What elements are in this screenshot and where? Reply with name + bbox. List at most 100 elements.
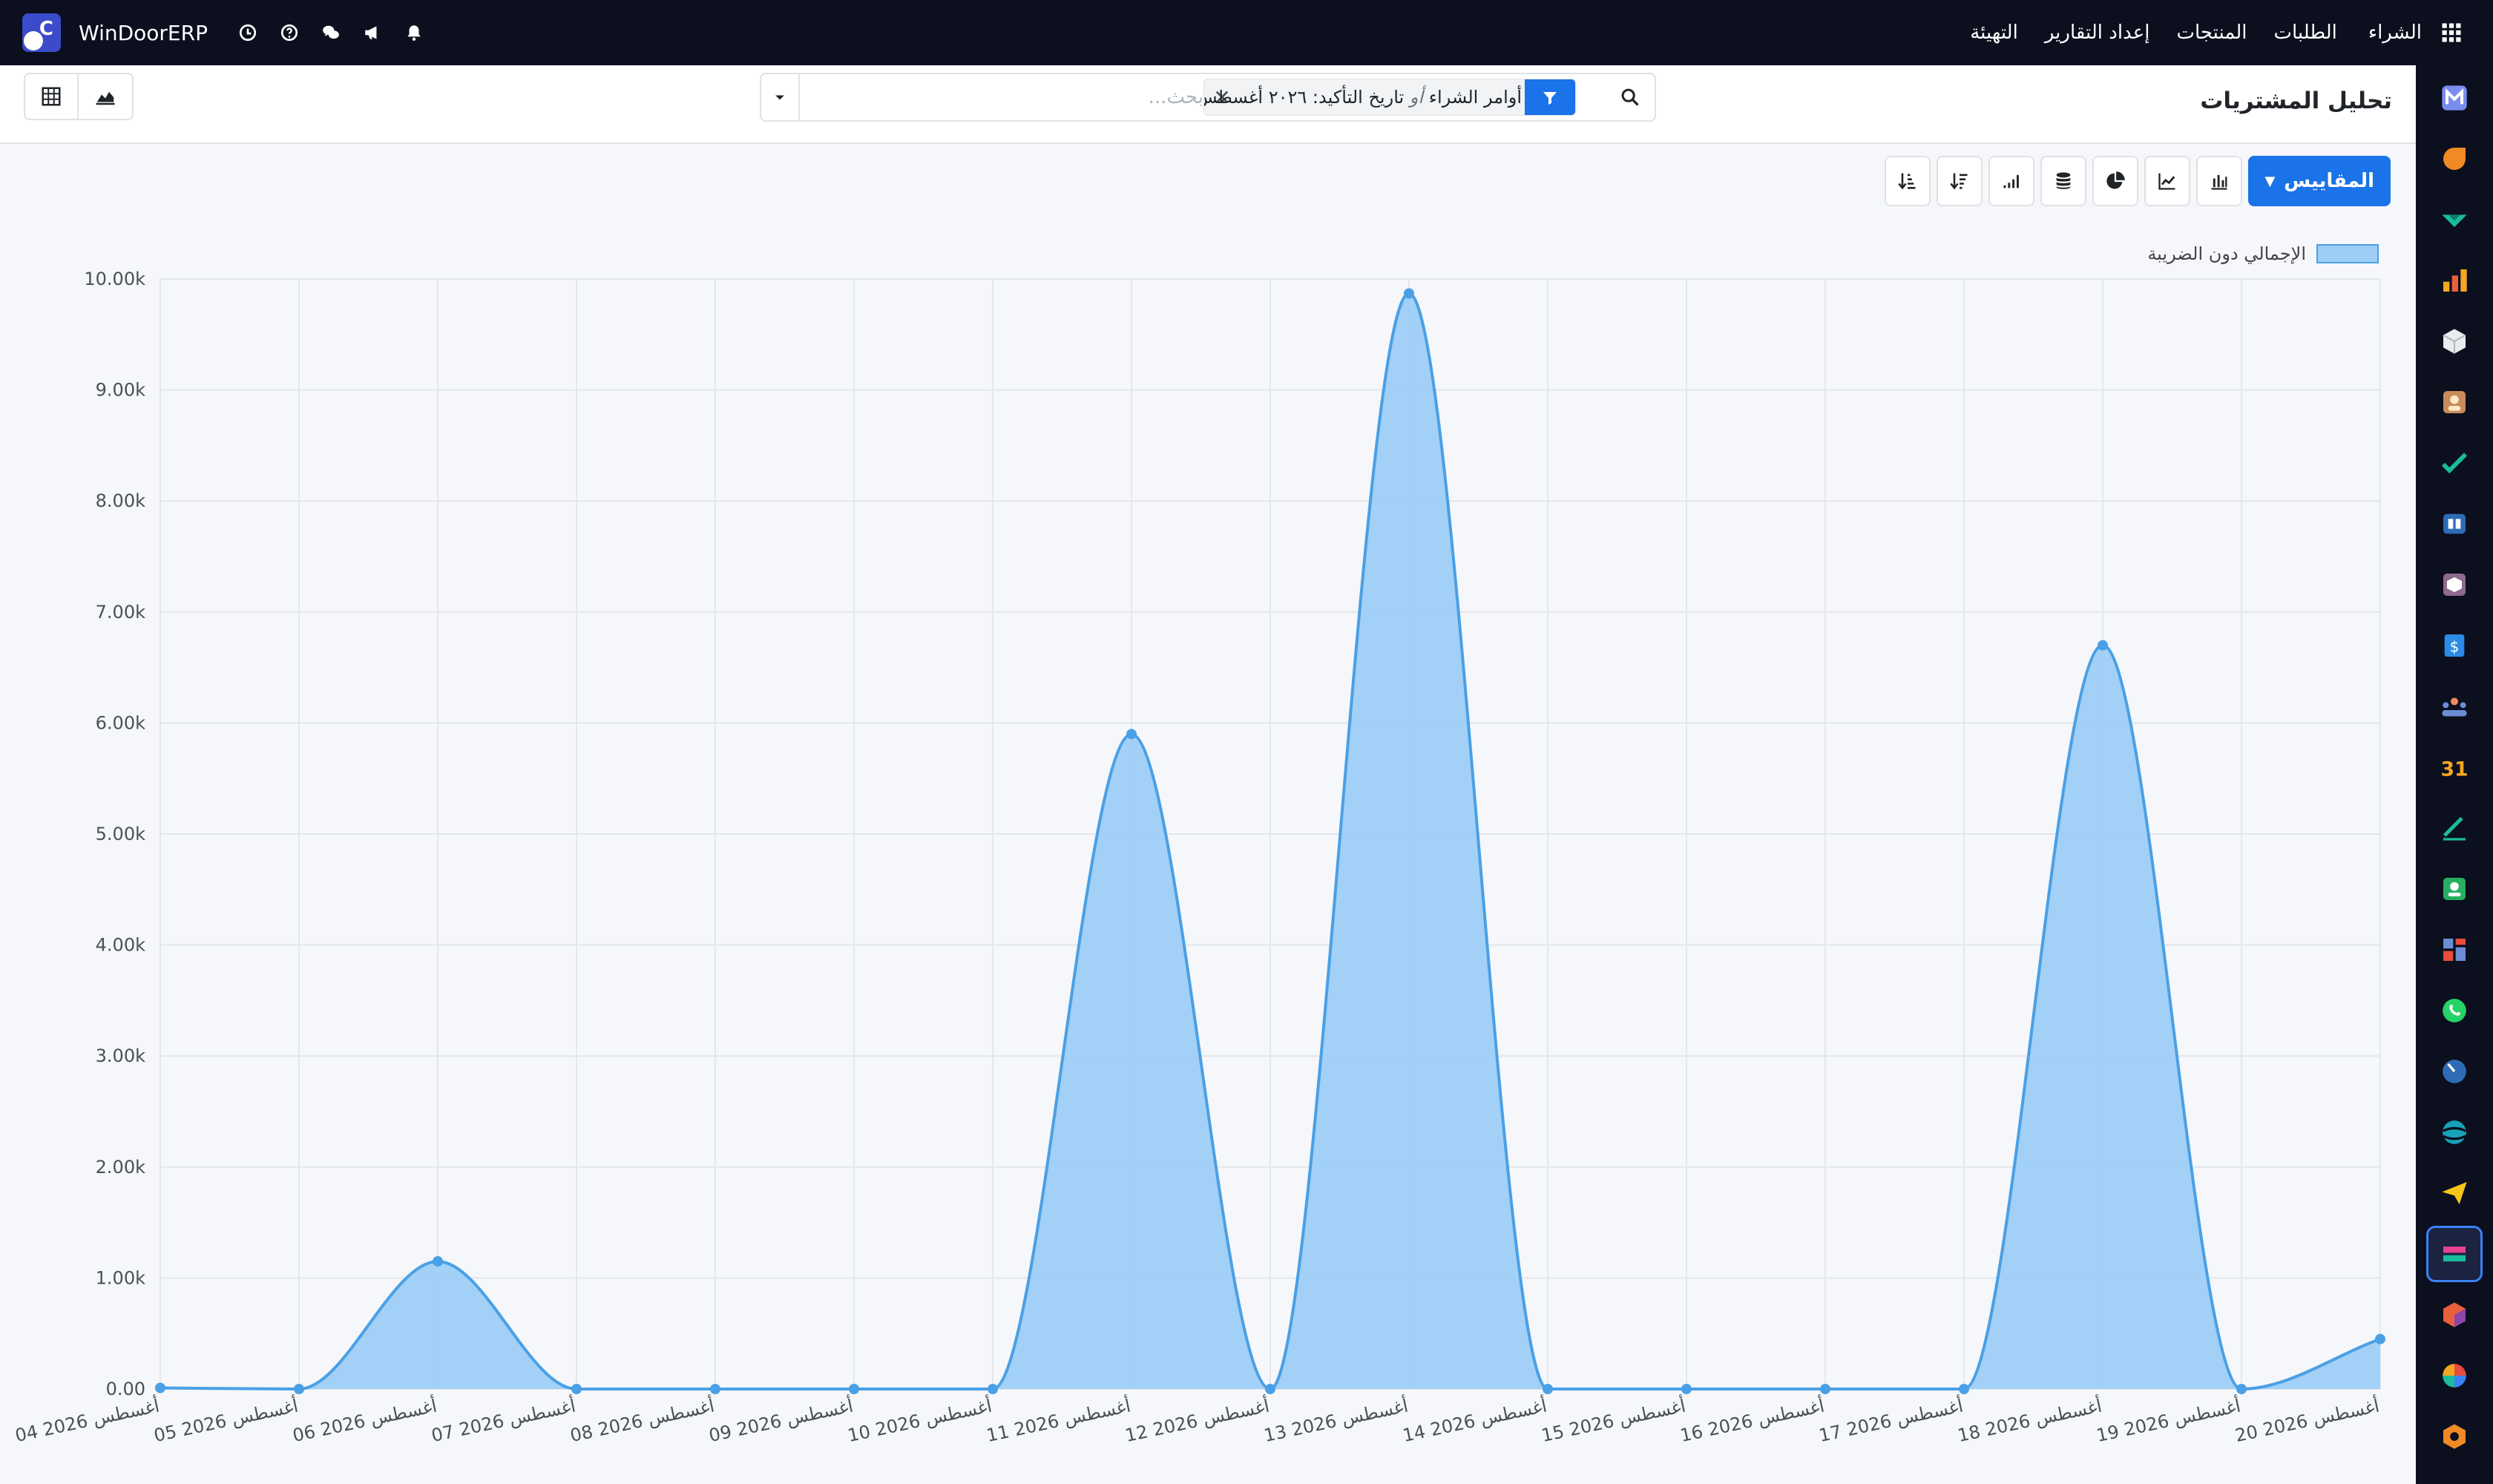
graph-area: 0.00 1.00k 2.00k 3.00k 4.00k 5.00k 6.00k 7.00k 8… xyxy=(0,215,2416,1484)
app-contacts-icon[interactable] xyxy=(2435,383,2474,421)
pivot-view-button[interactable] xyxy=(24,73,79,120)
app-time-off-icon[interactable] xyxy=(2435,1052,2474,1091)
legend-swatch xyxy=(2316,244,2379,263)
area-chart-icon xyxy=(96,91,115,105)
measures-button[interactable]: المقاييس ▼ xyxy=(2248,156,2391,206)
svg-text:$: $ xyxy=(2450,637,2460,655)
menu-orders[interactable]: الطلبات xyxy=(2274,22,2337,44)
x-tick-label: 06 أغسطس 2026 xyxy=(291,1394,439,1446)
y-tick-label: 1.00k xyxy=(96,1267,145,1288)
clock-icon[interactable] xyxy=(227,0,269,65)
data-point xyxy=(1681,1384,1692,1394)
app-sales-icon[interactable] xyxy=(2435,261,2474,300)
pie-chart-icon xyxy=(2106,171,2126,189)
cumulative-button[interactable] xyxy=(1988,156,2035,206)
app-website-icon[interactable] xyxy=(2435,1113,2474,1152)
menu-purchase[interactable]: الشراء xyxy=(2368,22,2422,44)
search-facet: ✕ أوامر الشراء أو تاريخ التأكيد: ٢٠٢٦ أغ… xyxy=(1203,79,1576,116)
apps-sidebar: $ 31 xyxy=(2416,65,2493,1484)
x-tick-label: 07 أغسطس 2026 xyxy=(430,1394,578,1446)
stacked-button[interactable] xyxy=(2040,156,2087,206)
app-crm-icon[interactable] xyxy=(2435,200,2474,239)
help-icon[interactable] xyxy=(269,0,310,65)
x-tick-label: 19 أغسطس 2026 xyxy=(2095,1394,2243,1446)
filter-icon xyxy=(1525,79,1575,115)
app-members-icon[interactable] xyxy=(2435,870,2474,908)
chat-icon[interactable] xyxy=(310,0,352,65)
data-point xyxy=(433,1255,443,1267)
app-accounting-icon[interactable] xyxy=(2426,1226,2483,1282)
app-employees-icon[interactable] xyxy=(2435,687,2474,726)
menu-products[interactable]: المنتجات xyxy=(2176,22,2247,44)
svg-text:31: 31 xyxy=(2440,758,2468,781)
app-mail-icon[interactable] xyxy=(2435,79,2474,117)
app-discuss-icon[interactable] xyxy=(2435,139,2474,178)
megaphone-icon[interactable] xyxy=(352,0,393,65)
app-purchase-icon[interactable] xyxy=(2435,565,2474,604)
app-apps-store-icon[interactable] xyxy=(2435,1417,2474,1456)
data-point xyxy=(1404,288,1414,299)
systray: C WinDoorERP xyxy=(0,0,435,65)
app-knowledge-icon[interactable] xyxy=(2435,505,2474,543)
y-tick-label: 7.00k xyxy=(96,602,145,623)
y-tick-label: 2.00k xyxy=(96,1157,145,1178)
app-inventory-icon[interactable] xyxy=(2435,322,2474,361)
data-point xyxy=(2098,640,2108,651)
line-chart-button[interactable] xyxy=(2144,156,2191,206)
sort-ascending-button[interactable] xyxy=(1885,156,1931,206)
data-point xyxy=(2375,1333,2385,1345)
facet-value-purchase-orders: أوامر الشراء xyxy=(1428,87,1522,108)
chart-legend[interactable]: الإجمالي دون الضريبة xyxy=(2147,243,2379,264)
graph-view-button[interactable] xyxy=(79,73,134,120)
x-tick-label: 16 أغسطس 2026 xyxy=(1678,1394,1827,1446)
app-repairs-icon[interactable] xyxy=(2435,1296,2474,1334)
apps-grid-icon[interactable] xyxy=(2435,16,2468,49)
app-project-icon[interactable] xyxy=(2435,444,2474,482)
app-sign-icon[interactable] xyxy=(2435,809,2474,847)
company-name[interactable]: WinDoorERP xyxy=(79,21,208,45)
y-tick-label: 8.00k xyxy=(96,490,145,511)
x-tick-label: 11 أغسطس 2026 xyxy=(985,1394,1133,1446)
area-chart[interactable]: 0.00 1.00k 2.00k 3.00k 4.00k 5.00k 6.00k 7.00k 8… xyxy=(0,215,2416,1484)
data-point xyxy=(710,1384,720,1394)
bar-chart-button[interactable] xyxy=(2196,156,2243,206)
search-icon[interactable] xyxy=(1606,74,1655,120)
y-tick-label: 6.00k xyxy=(96,712,145,733)
y-tick-label: 3.00k xyxy=(96,1045,145,1066)
legend-label: الإجمالي دون الضريبة xyxy=(2147,243,2306,264)
app-invoicing-icon[interactable]: $ xyxy=(2435,626,2474,665)
x-tick-label: 05 أغسطس 2026 xyxy=(152,1394,300,1446)
table-icon xyxy=(42,87,61,106)
pie-chart-button[interactable] xyxy=(2092,156,2139,206)
x-tick-label: 10 أغسطس 2026 xyxy=(846,1394,994,1446)
search-input[interactable] xyxy=(803,80,1203,114)
facet-separator: أو xyxy=(1409,87,1424,108)
app-whatsapp-icon[interactable] xyxy=(2435,991,2474,1030)
menu-reporting[interactable]: إعداد التقارير xyxy=(2045,22,2150,44)
page-title: تحليل المشتريات xyxy=(2200,88,2392,114)
data-point xyxy=(1543,1384,1553,1394)
app-calendar-icon[interactable]: 31 xyxy=(2435,748,2474,787)
search-options-toggle[interactable] xyxy=(761,74,800,120)
x-tick-label: 20 أغسطس 2026 xyxy=(2233,1394,2382,1446)
caret-down-icon xyxy=(775,95,784,100)
sort-descending-button[interactable] xyxy=(1937,156,1983,206)
y-tick-label: 10.00k xyxy=(84,269,145,289)
data-point xyxy=(1820,1384,1830,1394)
y-tick-label: 9.00k xyxy=(96,380,145,401)
search-bar: ✕ أوامر الشراء أو تاريخ التأكيد: ٢٠٢٦ أغ… xyxy=(760,73,1656,122)
app-dashboards-icon[interactable] xyxy=(2435,930,2474,969)
top-navbar: C WinDoorERP الشراء الطلبات المنتجات إعد… xyxy=(0,0,2493,65)
view-switcher xyxy=(24,73,134,120)
bar-chart-icon xyxy=(2211,174,2227,190)
data-point xyxy=(571,1384,582,1394)
signal-bars-icon xyxy=(2003,174,2020,188)
x-tick-label: 17 أغسطس 2026 xyxy=(1817,1394,1965,1446)
x-tick-label: 14 أغسطس 2026 xyxy=(1401,1394,1549,1446)
company-logo[interactable]: C xyxy=(22,13,61,52)
bell-icon[interactable] xyxy=(393,0,435,65)
app-spreadsheet-icon[interactable] xyxy=(2435,1356,2474,1395)
app-email-marketing-icon[interactable] xyxy=(2435,1174,2474,1212)
y-tick-label: 4.00k xyxy=(96,935,145,956)
menu-configuration[interactable]: التهيئة xyxy=(1970,22,2018,44)
